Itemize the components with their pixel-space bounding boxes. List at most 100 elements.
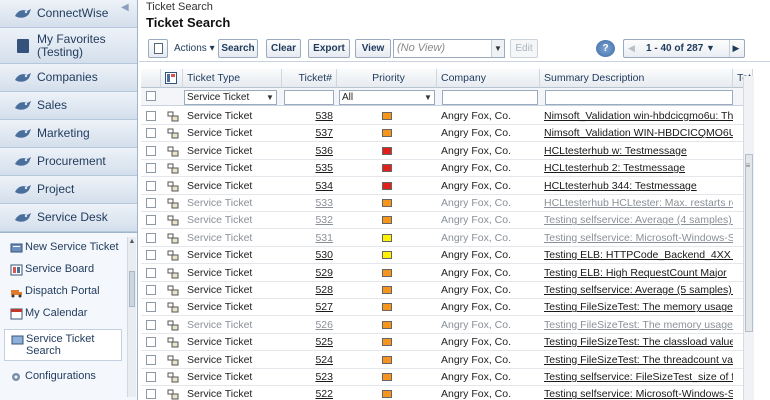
row-checkbox[interactable] — [146, 215, 156, 226]
summary-description-link[interactable]: Testing ELB: HTTPCode_Backend_4XX Av... — [540, 247, 733, 264]
ticket-icon-column-header[interactable] — [161, 69, 183, 88]
table-row[interactable]: Service Ticket 525 Angry Fox, Co. Testing F… — [141, 334, 747, 352]
company-column-header[interactable]: Company — [437, 69, 540, 88]
table-row[interactable]: Service Ticket 535 Angry Fox, Co. HCLtester… — [141, 160, 747, 178]
help-icon[interactable]: ? — [596, 40, 615, 57]
table-row[interactable]: Service Ticket 537 Angry Fox, Co. Nimsoft_V… — [141, 125, 747, 143]
ticket-drilldown-icon[interactable] — [167, 181, 179, 192]
ticket-number-link[interactable]: 530 — [282, 247, 337, 264]
ticket-drilldown-icon[interactable] — [167, 389, 179, 400]
ticket-drilldown-icon[interactable] — [167, 215, 179, 226]
summary-description-link[interactable]: Testing FileSizeTest: The classload valu… — [540, 334, 733, 351]
export-button[interactable]: Export — [308, 39, 350, 58]
ticket-drilldown-icon[interactable] — [167, 355, 179, 366]
ticket-drilldown-icon[interactable] — [167, 128, 179, 139]
row-checkbox[interactable] — [146, 128, 156, 139]
view-button[interactable]: View — [355, 39, 391, 58]
ticket-number-link[interactable]: 535 — [282, 160, 337, 177]
ticket-drilldown-icon[interactable] — [167, 285, 179, 296]
breadcrumb[interactable]: Ticket Search — [146, 1, 213, 13]
row-checkbox[interactable] — [146, 389, 156, 400]
sidebar-item-marketing[interactable]: Marketing — [0, 120, 137, 148]
subpanel-item-my-calendar[interactable]: My Calendar — [10, 307, 126, 320]
table-row[interactable]: Service Ticket 528 Angry Fox, Co. Testing s… — [141, 282, 747, 299]
previous-page-icon[interactable]: ◀ — [628, 40, 635, 57]
row-checkbox[interactable] — [146, 111, 156, 121]
sidebar-item-service-desk[interactable]: Service Desk — [0, 204, 137, 232]
row-checkbox[interactable] — [146, 145, 156, 156]
sidebar-item-project[interactable]: Project — [0, 176, 137, 204]
table-row[interactable]: Service Ticket 533 Angry Fox, Co. HCLtester… — [141, 195, 747, 212]
ticket-number-link[interactable]: 538 — [282, 108, 337, 125]
ticket-number-link[interactable]: 532 — [282, 212, 337, 229]
ticket-drilldown-icon[interactable] — [167, 233, 179, 244]
ticket-number-filter[interactable] — [284, 90, 334, 105]
ticket-number-link[interactable]: 531 — [282, 230, 337, 247]
row-checkbox[interactable] — [146, 319, 156, 330]
ticket-drilldown-icon[interactable] — [167, 372, 179, 383]
ticket-number-link[interactable]: 534 — [282, 178, 337, 195]
sidebar-item-procurement[interactable]: Procurement — [0, 148, 137, 176]
ticket-drilldown-icon[interactable] — [167, 146, 179, 157]
ticket-number-link[interactable]: 533 — [282, 195, 337, 212]
company-filter[interactable] — [442, 90, 538, 105]
row-checkbox[interactable] — [146, 163, 156, 174]
scroll-up-arrow-icon[interactable]: ▲ — [128, 237, 136, 246]
subpanel-item-dispatch-portal[interactable]: Dispatch Portal — [10, 285, 126, 298]
select-all-checkbox[interactable] — [146, 91, 156, 101]
summary-description-link[interactable]: Testing FileSizeTest: The memory usage f… — [540, 317, 733, 334]
ticket-number-link[interactable]: 536 — [282, 143, 337, 160]
actions-menu[interactable]: Actions ▾ — [174, 43, 215, 54]
ticket-drilldown-icon[interactable] — [167, 320, 179, 331]
sidebar-item-sales[interactable]: Sales — [0, 92, 137, 120]
table-row[interactable]: Service Ticket 524 Angry Fox, Co. Testing F… — [141, 352, 747, 369]
table-row[interactable]: Service Ticket 529 Angry Fox, Co. Testing E… — [141, 265, 747, 282]
row-checkbox[interactable] — [146, 372, 156, 382]
row-checkbox[interactable] — [146, 285, 156, 295]
ticket-drilldown-icon[interactable] — [167, 250, 179, 261]
ticket-drilldown-icon[interactable] — [167, 163, 179, 174]
ticket-number-link[interactable]: 525 — [282, 334, 337, 351]
priority-column-header[interactable]: Priority — [337, 69, 437, 88]
subpanel-scrollbar[interactable]: ▲ — [127, 237, 136, 397]
table-row[interactable]: Service Ticket 530 Angry Fox, Co. Testing E… — [141, 247, 747, 265]
row-checkbox[interactable] — [146, 337, 156, 348]
table-row[interactable]: Service Ticket 527 Angry Fox, Co. Testing F… — [141, 299, 747, 317]
grid-scrollbar[interactable]: ≡ — [743, 76, 754, 400]
subpanel-item-configurations[interactable]: Configurations — [10, 370, 126, 383]
row-checkbox[interactable] — [146, 232, 156, 243]
summary-description-link[interactable]: HCLtesterhub w: Testmessage — [540, 143, 733, 160]
ticket-drilldown-icon[interactable] — [167, 302, 179, 313]
ticket-number-link[interactable]: 523 — [282, 369, 337, 386]
sidebar-item-my-favorites-testing[interactable]: My Favorites (Testing) — [0, 28, 137, 64]
row-checkbox[interactable] — [146, 302, 156, 313]
summary-description-link[interactable]: Testing FileSizeTest: The memory usage f… — [540, 299, 733, 316]
row-checkbox[interactable] — [146, 354, 156, 365]
summary-filter[interactable] — [545, 90, 733, 105]
ticket-number-link[interactable]: 527 — [282, 299, 337, 316]
summary-description-column-header[interactable]: Summary Description — [540, 69, 733, 88]
table-row[interactable]: Service Ticket 531 Angry Fox, Co. Testing s… — [141, 230, 747, 247]
summary-description-link[interactable]: Testing selfservice: FileSizeTest_size o… — [540, 369, 733, 386]
search-button[interactable]: Search — [218, 39, 258, 58]
summary-description-link[interactable]: Nimsoft_Validation win-hbdcicgmo6u: The … — [540, 108, 733, 125]
ticket-drilldown-icon[interactable] — [167, 268, 179, 279]
ticket-type-filter[interactable]: Service Ticket ▼ — [184, 90, 277, 105]
ticket-drilldown-icon[interactable] — [167, 111, 179, 122]
summary-description-link[interactable]: Testing ELB: High RequestCount Major — [540, 265, 733, 282]
subpanel-item-service-ticket-search[interactable]: Service Ticket Search — [4, 329, 122, 361]
clear-button[interactable]: Clear — [266, 39, 301, 58]
edit-button[interactable]: Edit — [510, 39, 538, 58]
summary-description-link[interactable]: Testing selfservice: Average (5 samples)… — [540, 282, 733, 299]
sidebar-item-companies[interactable]: Companies — [0, 64, 137, 92]
ticket-drilldown-icon[interactable] — [167, 337, 179, 348]
summary-description-link[interactable]: Testing selfservice: Microsoft-Windows-S… — [540, 230, 733, 247]
ticket-number-link[interactable]: 528 — [282, 282, 337, 299]
ticket-number-link[interactable]: 537 — [282, 125, 337, 142]
table-row[interactable]: Service Ticket 526 Angry Fox, Co. Testing F… — [141, 317, 747, 334]
ticket-drilldown-icon[interactable] — [167, 198, 179, 209]
row-checkbox[interactable] — [146, 267, 156, 278]
page-dropdown-icon[interactable]: ▼ — [706, 40, 715, 57]
table-row[interactable]: Service Ticket 522 Angry Fox, Co. Testing s… — [141, 386, 747, 400]
priority-filter[interactable]: All ▼ — [339, 90, 435, 105]
